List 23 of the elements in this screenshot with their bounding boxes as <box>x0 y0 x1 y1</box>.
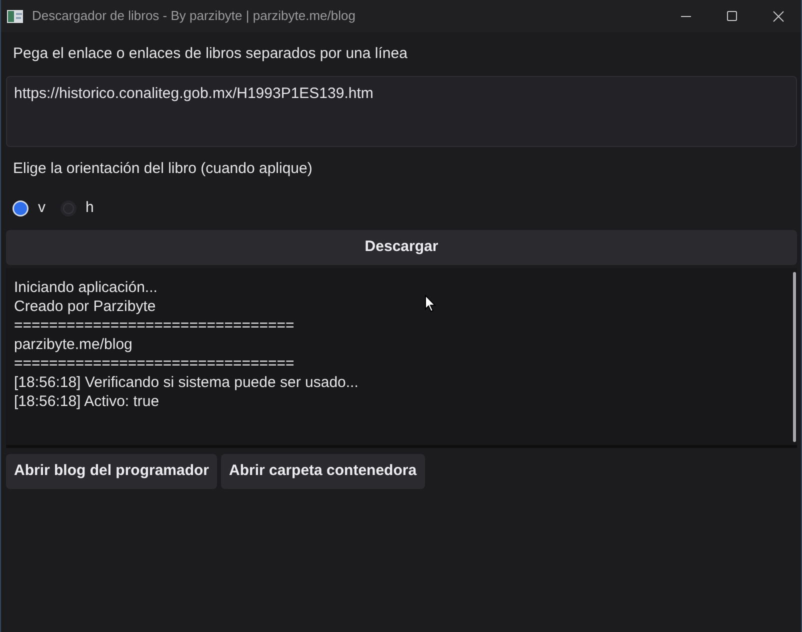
mouse-cursor-icon <box>425 295 436 312</box>
radio-selected-icon[interactable] <box>12 200 29 216</box>
log-line: [18:56:18] Activo: true <box>14 392 160 411</box>
links-label: Pega el enlace o enlaces de libros separados por una línea <box>13 44 408 64</box>
log-line: ================================ <box>14 354 294 373</box>
radio-unselected-icon[interactable] <box>60 200 76 216</box>
download-button[interactable]: Descargar <box>6 230 797 265</box>
log-line: ================================ <box>14 316 294 335</box>
app-icon <box>7 10 23 22</box>
action-button[interactable]: Abrir carpeta contenedora <box>221 454 425 489</box>
radio-option[interactable]: v <box>12 196 46 220</box>
close-icon <box>772 10 784 22</box>
links-field[interactable]: https://historico.conaliteg.gob.mx/H1993P1ES139.htm <box>6 76 797 147</box>
log-line: Iniciando aplicación... <box>14 278 158 297</box>
maximize-icon <box>727 11 737 21</box>
log-line: [18:56:18] Verificando si sistema puede ser usado... <box>14 373 358 392</box>
log-line: Creado por Parzibyte <box>14 297 156 316</box>
scrollbar[interactable] <box>793 272 796 442</box>
radio-option[interactable]: h <box>60 196 94 220</box>
log-line: parzibyte.me/blog <box>14 335 132 354</box>
orientation-label: Elige la orientación del libro (cuando aplique) <box>13 158 312 179</box>
action-button[interactable]: Abrir blog del programador <box>6 454 218 489</box>
window-title: Descargador de libros - By parzibyte | parzibyte.me/blog <box>32 7 356 26</box>
